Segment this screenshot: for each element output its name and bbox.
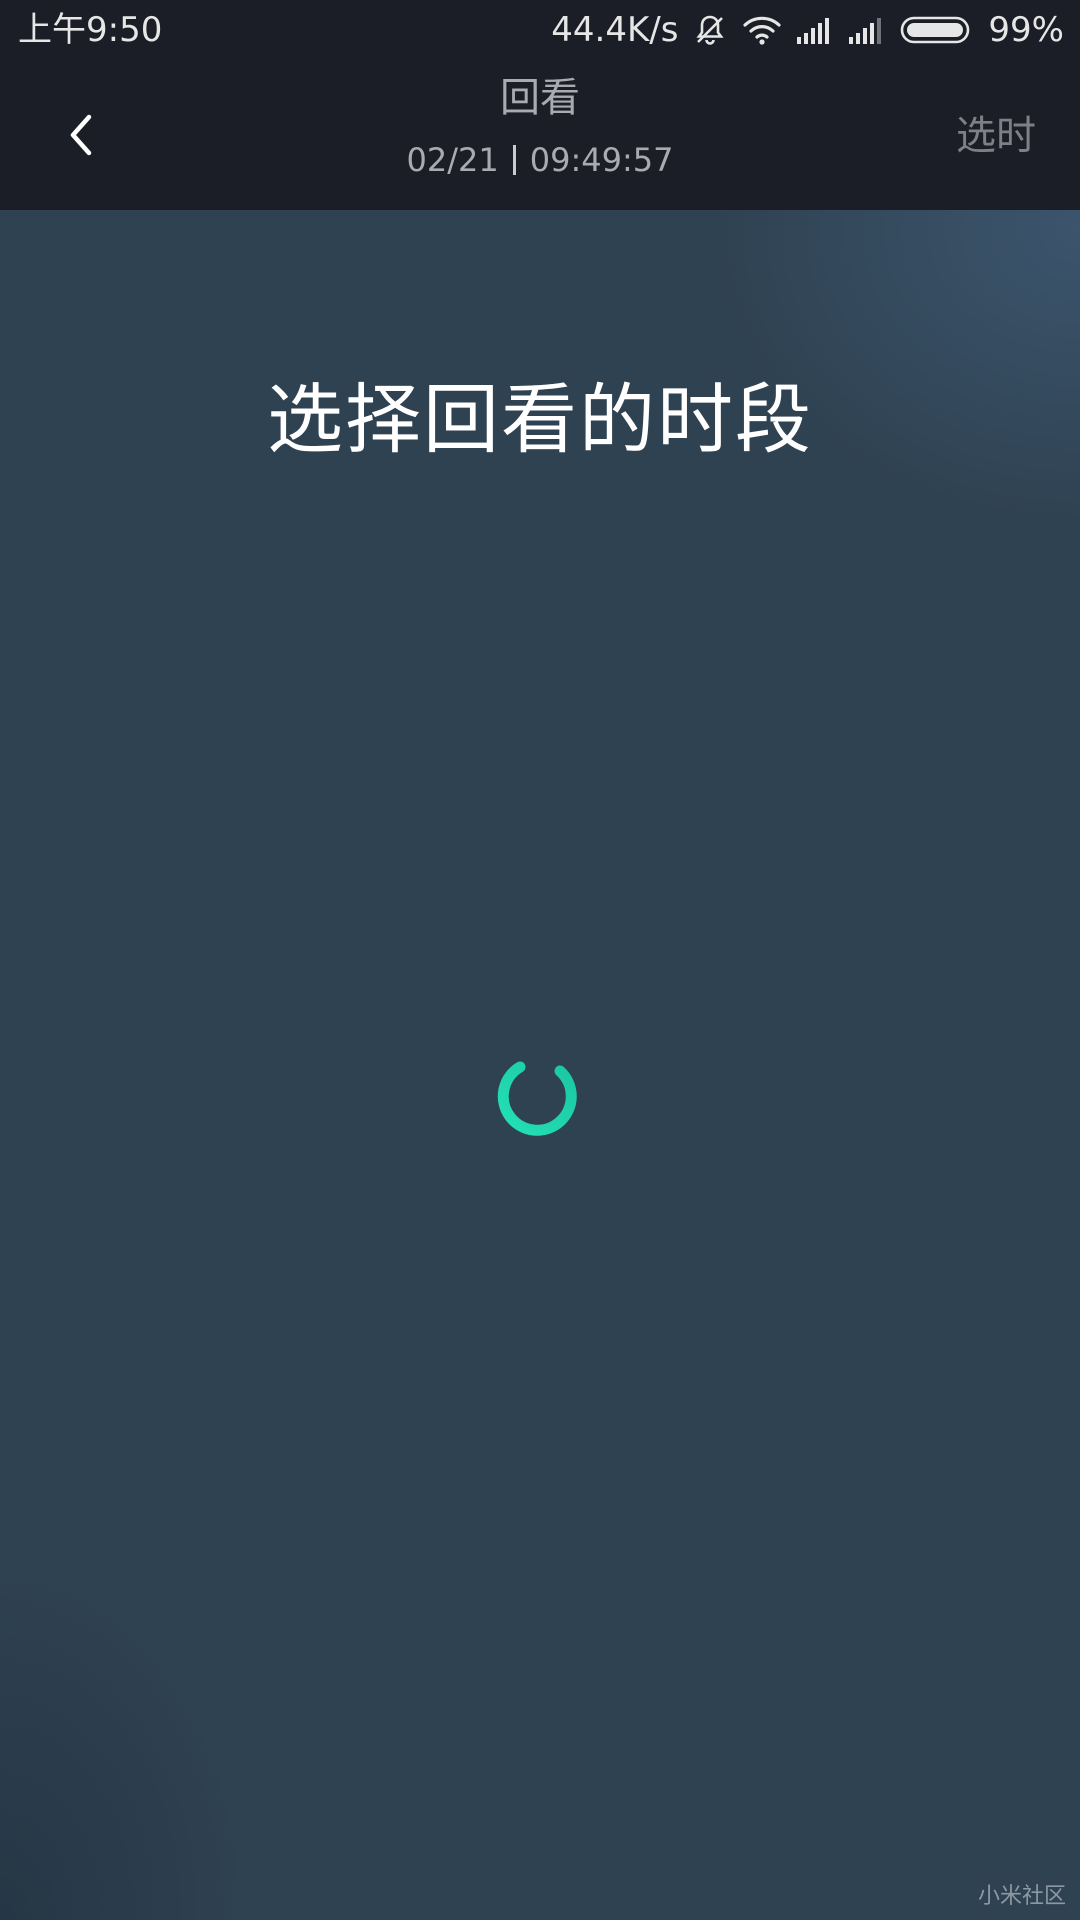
page-title: 回看: [500, 75, 580, 121]
select-period-heading: 选择回看的时段: [267, 375, 813, 464]
status-time: 上午9:50: [18, 10, 163, 50]
status-indicators: 44.4K/s 99%: [551, 8, 1064, 52]
signal-icon: [796, 15, 834, 45]
playback-content: 选择回看的时段 小米社区: [0, 210, 1080, 1920]
header-bar: 回看 02/21 09:49:57 选时: [0, 60, 1080, 210]
loading-spinner-icon: [497, 1061, 577, 1136]
select-time-button[interactable]: 选时: [956, 108, 1036, 164]
app-screen: 上午9:50 44.4K/s 99% 回看 02/21 09:49:57 选时 …: [0, 0, 1080, 1920]
watermark: 小米社区: [977, 1884, 1066, 1909]
playback-date: 02/21: [406, 141, 499, 179]
status-bar: 上午9:50 44.4K/s 99%: [0, 0, 1080, 60]
signal-icon: [848, 15, 886, 45]
wifi-icon: [742, 14, 782, 46]
mute-bell-icon: [692, 12, 728, 48]
battery-percent: 99%: [988, 10, 1064, 50]
playback-datetime: 02/21 09:49:57: [0, 138, 1080, 182]
network-speed: 44.4K/s: [551, 10, 679, 50]
playback-time: 09:49:57: [529, 141, 674, 179]
divider: [512, 145, 516, 175]
battery-icon: [900, 15, 974, 45]
